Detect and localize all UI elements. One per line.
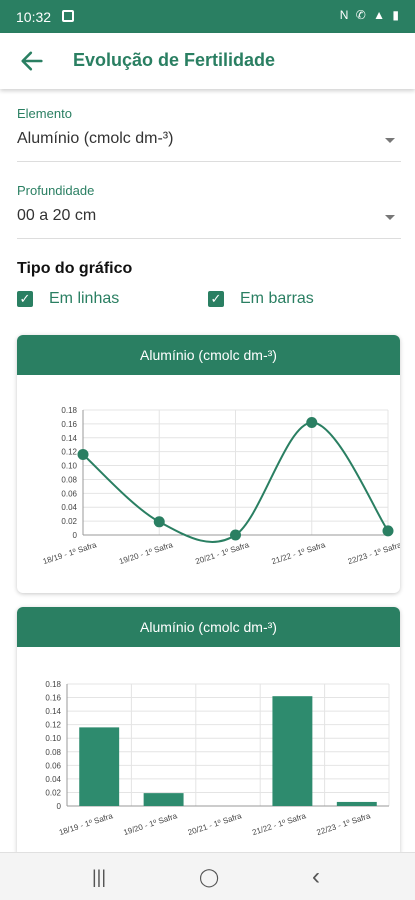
profundidade-select[interactable]: Profundidade 00 a 20 cm: [17, 183, 401, 239]
profundidade-value: 00 a 20 cm: [17, 207, 97, 224]
data-point: [306, 417, 318, 428]
y-tick-label: 0.12: [61, 448, 77, 457]
y-tick-label: 0.06: [61, 489, 77, 498]
y-tick-label: 0.18: [61, 406, 77, 415]
x-tick-label: 20/21 - 1º Safra: [187, 811, 243, 837]
x-tick-label: 22/23 - 1º Safra: [316, 811, 372, 837]
data-point: [382, 525, 394, 537]
divider: [17, 161, 401, 162]
recents-icon[interactable]: |||: [92, 867, 106, 888]
back-arrow-icon[interactable]: [18, 47, 46, 75]
elemento-value: Alumínio (cmolc dm-³): [17, 130, 174, 147]
x-tick-label: 18/19 - 1º Safra: [58, 811, 114, 837]
x-tick-label: 19/20 - 1º Safra: [122, 811, 178, 837]
x-tick-label: 19/20 - 1º Safra: [118, 540, 174, 566]
checkbox-label: Em barras: [240, 290, 314, 307]
bar: [336, 801, 377, 806]
checkbox-checked-icon[interactable]: ✓: [208, 291, 224, 307]
tipo-grafico-title: Tipo do gráfico: [17, 260, 133, 277]
nav-back-icon[interactable]: ‹: [312, 863, 320, 891]
y-tick-label: 0.08: [61, 475, 77, 484]
line-chart-title: Alumínio (cmolc dm-³): [17, 335, 400, 375]
y-tick-label: 0: [73, 531, 78, 540]
data-point: [153, 516, 165, 528]
status-bar: 10:32 N ✆ ▲ ▮: [0, 0, 415, 33]
y-tick-label: 0.04: [61, 503, 77, 512]
status-time: 10:32: [16, 9, 52, 25]
y-tick-label: 0.06: [45, 761, 61, 770]
line-chart: 0 0.02 0.04 0.06 0.08 0.10 0.12 0.14 0.16 0.18 18/…: [42, 406, 400, 566]
status-icons: N ✆ ▲ ▮: [339, 8, 401, 22]
y-tick-label: 0.10: [45, 734, 61, 743]
y-tick-label: 0.16: [61, 420, 77, 429]
elemento-label: Elemento: [17, 106, 72, 121]
x-tick-label: 21/22 - 1º Safra: [251, 811, 307, 837]
bar-chart-title: Alumínio (cmolc dm-³): [17, 607, 400, 647]
y-tick-label: 0.10: [61, 462, 77, 471]
checkbox-em-barras[interactable]: ✓ Em barras: [208, 290, 314, 308]
x-tick-label: 22/23 - 1º Safra: [347, 540, 400, 566]
x-tick-label: 20/21 - 1º Safra: [194, 540, 250, 566]
app-bar: Evolução de Fertilidade: [0, 33, 415, 89]
dropdown-caret-icon: [385, 138, 395, 143]
y-tick-label: 0.04: [45, 775, 61, 784]
x-tick-label: 21/22 - 1º Safra: [270, 540, 326, 566]
y-tick-label: 0.12: [45, 721, 61, 730]
y-tick-label: 0.18: [45, 680, 61, 689]
x-tick-label: 18/19 - 1º Safra: [42, 540, 98, 566]
y-tick-label: 0.02: [45, 788, 61, 797]
y-tick-label: 0.14: [45, 707, 61, 716]
y-tick-label: 0.08: [45, 748, 61, 757]
elemento-select[interactable]: Elemento Alumínio (cmolc dm-³): [17, 106, 401, 162]
line-chart-card: Alumínio (cmolc dm-³) 0 0.02 0.04 0.06 0.08 0…: [17, 335, 400, 593]
data-point: [230, 529, 241, 541]
bar: [143, 793, 184, 806]
checkbox-em-linhas[interactable]: ✓ Em linhas: [17, 290, 119, 308]
y-tick-label: 0: [57, 802, 62, 811]
page-title: Evolução de Fertilidade: [73, 50, 276, 70]
profundidade-label: Profundidade: [17, 183, 95, 198]
divider: [17, 238, 401, 239]
checkbox-label: Em linhas: [49, 290, 120, 307]
bar-chart: 0 0.02 0.04 0.06 0.08 0.10 0.12 0.14 0.16 0.18 18/…: [45, 680, 390, 837]
home-icon[interactable]: ◯: [199, 867, 219, 888]
y-tick-label: 0.14: [61, 434, 77, 443]
dropdown-caret-icon: [385, 215, 395, 220]
bar-chart-card: Alumínio (cmolc dm-³) 0 0.02 0.04 0.06 0.08 0…: [17, 607, 400, 857]
y-tick-label: 0.16: [45, 694, 61, 703]
bar: [272, 696, 313, 806]
data-point: [77, 448, 89, 460]
bar: [79, 727, 120, 806]
checkbox-checked-icon[interactable]: ✓: [17, 291, 33, 307]
system-nav-bar: ||| ◯ ‹: [0, 852, 415, 900]
y-tick-label: 0.02: [61, 517, 77, 526]
notification-icon: [62, 10, 74, 22]
